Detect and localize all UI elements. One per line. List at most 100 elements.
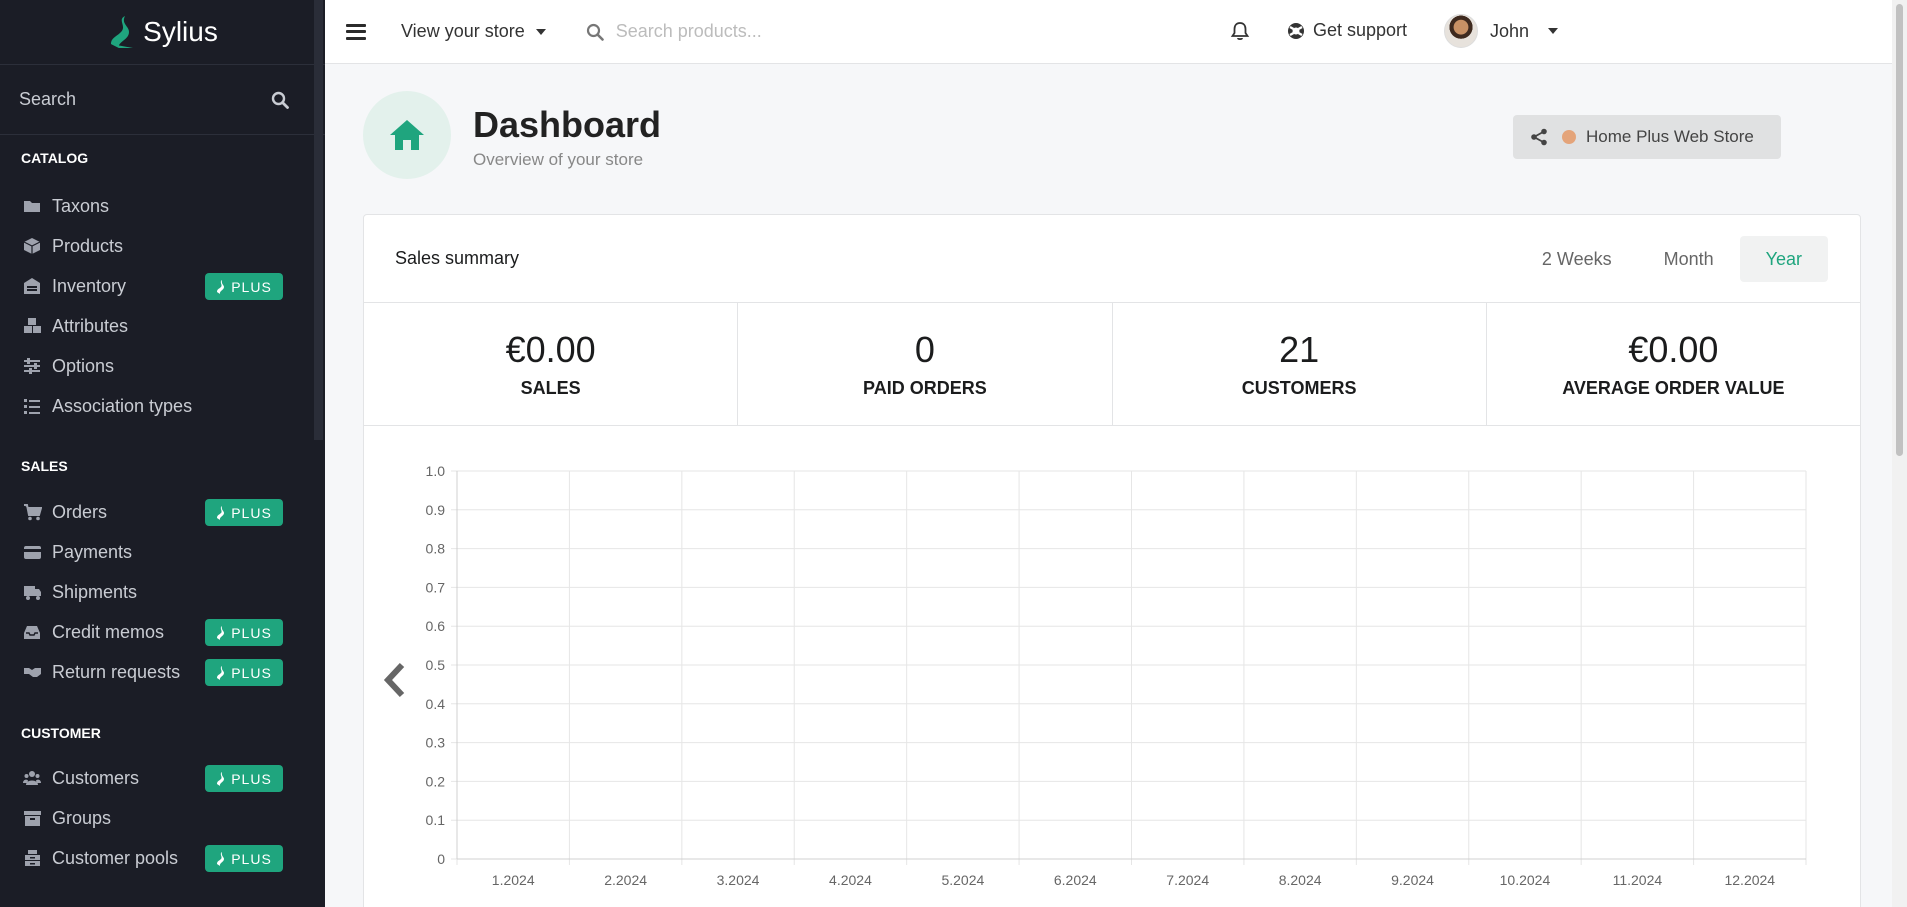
life-ring-icon [1288,22,1304,39]
page-subtitle: Overview of your store [473,150,644,169]
chart-y-tick-label: 1.0 [426,463,446,479]
chart-x-tick-label: 3.2024 [717,872,760,888]
plus-badge[interactable]: PLUS [205,619,283,646]
sidebar-item-products[interactable]: Products [0,226,300,266]
plus-badge-label: PLUS [231,850,272,867]
caret-down-icon [1548,28,1559,34]
stat-label: PAID ORDERS [863,377,987,398]
sidebar-scrollbar[interactable] [314,0,323,440]
chart-x-tick-label: 6.2024 [1054,872,1097,888]
sliders-icon [22,357,42,375]
search-icon [271,91,289,109]
section-title-sales: SALES [21,458,68,474]
sidebar-item-customer-pools[interactable]: Customer pools PLUS [0,838,300,878]
inbox-icon [22,623,42,641]
sidebar-item-taxons[interactable]: Taxons [0,186,300,226]
sidebar-item-label: Taxons [52,195,110,216]
chart-y-tick-label: 0.1 [426,812,446,828]
sidebar: Sylius Search CATALOG Taxons Products Inven… [0,0,325,907]
sidebar-search[interactable]: Search [0,65,325,135]
chart-y-tick-label: 0.5 [426,657,446,673]
section-title-catalog: CATALOG [21,150,89,166]
sales-summary-card: Sales summary 2 Weeks Month Year €0.00 S… [363,214,1861,907]
sidebar-item-options[interactable]: Options [0,346,300,386]
chart-x-tick-label: 7.2024 [1166,872,1209,888]
sylius-logo[interactable]: Sylius [0,0,325,65]
stat-value: €0.00 [1628,328,1719,370]
chevron-left-icon[interactable] [382,661,408,699]
topbar: View your store [325,0,1892,64]
sidebar-item-groups[interactable]: Groups [0,798,300,838]
chart-x-tick-label: 11.2024 [1613,872,1663,888]
sidebar-item-label: Groups [52,807,112,828]
plus-badge-label: PLUS [231,624,272,641]
sidebar-item-association-types[interactable]: Association types [0,386,300,426]
stat-label: AVERAGE ORDER VALUE [1562,377,1785,398]
sidebar-item-attributes[interactable]: Attributes [0,306,300,346]
chart-x-tick-label: 10.2024 [1500,872,1551,888]
archive-stack-icon [22,849,42,867]
truck-icon [22,583,42,601]
menu-toggle-icon[interactable] [346,23,366,40]
sales-chart: 0 0.1 0.2 0.3 0.4 0.5 0.6 0.7 0.8 0.9 1.0 1.2024 2.2… [364,427,1862,907]
sidebar-item-label: Attributes [52,315,129,336]
period-2-weeks-button[interactable]: 2 Weeks [1516,236,1638,282]
chart-y-tick-label: 0.8 [426,541,446,557]
sales-summary-title: Sales summary [395,248,520,268]
product-search [586,21,1036,42]
sidebar-item-label: Payments [52,541,133,562]
sidebar-item-inventory[interactable]: Inventory PLUS [0,266,300,306]
channel-selector-button[interactable]: Home Plus Web Store [1513,115,1781,159]
sidebar-item-label: Customers [52,767,140,788]
plus-badge[interactable]: PLUS [205,273,283,300]
stat-customers: 21 CUSTOMERS [1113,303,1487,425]
stat-sales: €0.00 SALES [364,303,739,425]
sidebar-item-shipments[interactable]: Shipments [0,572,300,612]
chart-y-tick-label: 0.3 [426,735,446,751]
view-store-dropdown[interactable]: View your store [401,21,546,42]
sidebar-item-label: Options [52,355,115,376]
chart-x-tick-label: 2.2024 [604,872,647,888]
stat-value: 0 [914,328,935,370]
plus-badge[interactable]: PLUS [205,845,283,872]
cube-icon [22,237,42,255]
period-year-button[interactable]: Year [1739,236,1828,282]
sidebar-item-orders[interactable]: Orders PLUS [0,492,300,532]
plus-badge-label: PLUS [231,770,272,787]
chart-x-tick-label: 1.2024 [492,872,535,888]
plus-badge[interactable]: PLUS [205,659,283,686]
sidebar-item-label: Return requests [52,661,181,682]
stat-label: CUSTOMERS [1241,377,1357,398]
sidebar-item-label: Products [52,235,124,256]
sidebar-item-return-requests[interactable]: Return requests PLUS [0,652,300,692]
stat-value: 21 [1279,328,1320,370]
product-search-input[interactable] [615,21,1036,42]
plus-badge[interactable]: PLUS [205,499,283,526]
handshake-icon [22,663,42,681]
period-month-button[interactable]: Month [1638,236,1740,282]
chart-x-tick-label: 9.2024 [1391,872,1434,888]
bell-icon[interactable] [1230,21,1250,42]
sidebar-search-label: Search [19,89,77,109]
sidebar-item-credit-memos[interactable]: Credit memos PLUS [0,612,300,652]
page-scrollbar[interactable] [1892,0,1907,907]
chart-y-tick-label: 0.6 [426,618,446,634]
period-switcher: 2 Weeks Month Year [1516,236,1828,282]
cart-icon [22,503,42,521]
stat-average-order-value: €0.00 AVERAGE ORDER VALUE [1487,303,1860,425]
folder-icon [22,197,42,215]
user-name: John [1490,20,1530,41]
plus-badge[interactable]: PLUS [205,765,283,792]
sidebar-item-customers[interactable]: Customers PLUS [0,758,300,798]
channel-name: Home Plus Web Store [1586,127,1754,146]
caret-down-icon [535,28,546,35]
page-title: Dashboard [473,104,662,145]
sidebar-item-payments[interactable]: Payments [0,532,300,572]
stat-label: SALES [520,377,581,398]
user-menu[interactable]: John [1444,14,1559,48]
warehouse-icon [22,277,42,295]
stats-row: €0.00 SALES 0 PAID ORDERS 21 CUSTOMERS €… [364,303,1860,426]
plus-badge-label: PLUS [231,278,272,295]
stat-paid-orders: 0 PAID ORDERS [738,303,1113,425]
get-support-link[interactable]: Get support [1287,20,1407,41]
